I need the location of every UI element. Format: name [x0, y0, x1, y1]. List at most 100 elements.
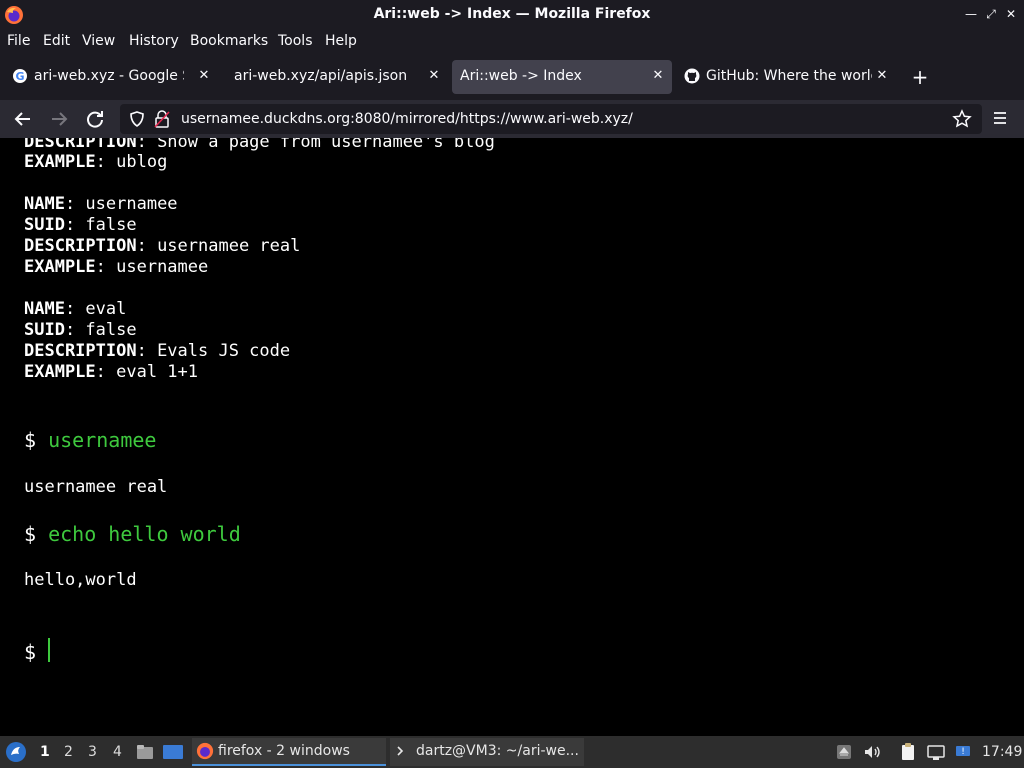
clock[interactable]: 17:49 — [982, 744, 1022, 760]
field-key: EXAMPLE — [24, 362, 96, 382]
terminal-line: NAME: usernamee — [24, 194, 178, 214]
menu-edit[interactable]: Edit — [43, 33, 70, 49]
tab-title: ari-web.xyz/api/apis.json — [234, 68, 408, 84]
file-manager-icon[interactable] — [135, 742, 155, 762]
url-text[interactable]: usernamee.duckdns.org:8080/mirrored/http… — [181, 111, 633, 127]
svg-text:!: ! — [961, 747, 965, 757]
eject-icon[interactable] — [834, 742, 854, 762]
prompt-symbol: $ — [24, 522, 37, 546]
tracking-protection-shield-icon[interactable] — [128, 110, 146, 128]
firefox-logo-icon — [196, 742, 214, 760]
menu-file[interactable]: File — [7, 33, 30, 49]
tab-ari-web-index[interactable]: Ari::web -> Index ✕ — [452, 60, 672, 94]
maximize-icon[interactable]: ⤢ — [982, 5, 1000, 23]
window-titlebar: Ari::web -> Index — Mozilla Firefox — ⤢ … — [0, 0, 1024, 30]
field-key: DESCRIPTION — [24, 341, 137, 361]
insecure-lock-icon[interactable] — [154, 110, 170, 128]
tab-google-search[interactable]: G ari-web.xyz - Google Sea ✕ — [4, 60, 218, 94]
terminal-line: EXAMPLE: eval 1+1 — [24, 362, 198, 382]
tab-title: ari-web.xyz - Google Sea — [34, 68, 184, 84]
menu-help[interactable]: Help — [325, 33, 357, 49]
command-text: usernamee — [48, 428, 157, 452]
field-value: : false — [64, 320, 137, 340]
command-output: hello,world — [24, 570, 137, 590]
menu-bookmarks[interactable]: Bookmarks — [190, 33, 268, 49]
workspace-3[interactable]: 3 — [88, 744, 97, 760]
field-key: NAME — [24, 194, 65, 214]
show-desktop-icon[interactable] — [162, 742, 184, 762]
field-value: : usernamee — [95, 257, 209, 277]
text-cursor[interactable] — [48, 638, 50, 662]
field-key: SUID — [24, 215, 65, 235]
field-value: : Evals JS code — [136, 341, 291, 361]
terminal-line: DESCRIPTION: usernamee real — [24, 236, 300, 256]
tab-title: GitHub: Where the world — [706, 68, 872, 84]
prompt-symbol: $ — [24, 640, 37, 664]
terminal-line: EXAMPLE: usernamee — [24, 257, 208, 277]
terminal-line: NAME: eval — [24, 299, 126, 319]
menu-tools[interactable]: Tools — [278, 33, 313, 49]
menu-bar: File Edit View History Bookmarks Tools H… — [0, 30, 1024, 54]
taskbar-app-label: dartz@VM3: ~/ari-we... — [416, 743, 579, 759]
terminal-icon — [397, 746, 404, 756]
terminal-line: DESCRIPTION: Show a page from usernamee'… — [24, 138, 495, 152]
field-key: DESCRIPTION — [24, 236, 137, 256]
taskbar-app-label: firefox - 2 windows — [218, 743, 350, 759]
tab-apis-json[interactable]: ari-web.xyz/api/apis.json ✕ — [222, 60, 448, 94]
taskbar: 1 2 3 4 firefox - 2 windows dartz@VM3: ~… — [0, 736, 1024, 768]
tab-title: Ari::web -> Index — [460, 68, 582, 84]
workspace-2[interactable]: 2 — [64, 744, 73, 760]
menu-history[interactable]: History — [129, 33, 179, 49]
field-value: : eval 1+1 — [95, 362, 199, 382]
hamburger-menu-icon[interactable] — [990, 108, 1010, 128]
google-icon: G — [13, 69, 27, 83]
reload-icon[interactable] — [84, 108, 106, 130]
navigation-toolbar: usernamee.duckdns.org:8080/mirrored/http… — [0, 100, 1024, 138]
bookmark-star-icon[interactable] — [952, 109, 972, 129]
window-title: Ari::web -> Index — Mozilla Firefox — [373, 6, 651, 22]
terminal-line: EXAMPLE: ublog — [24, 152, 167, 172]
terminal-line: DESCRIPTION: Evals JS code — [24, 341, 290, 361]
clipboard-icon[interactable] — [898, 742, 918, 762]
field-key: EXAMPLE — [24, 257, 96, 277]
workspace-1[interactable]: 1 — [40, 744, 50, 760]
field-value: : usernamee real — [136, 236, 301, 256]
taskbar-app-terminal[interactable]: dartz@VM3: ~/ari-we... — [390, 738, 584, 766]
forward-arrow-icon[interactable] — [48, 108, 70, 130]
field-key: NAME — [24, 299, 65, 319]
minimize-icon[interactable]: — — [962, 5, 980, 23]
workspace-4[interactable]: 4 — [113, 744, 122, 760]
terminal-line: SUID: false — [24, 215, 137, 235]
input-prompt[interactable]: $ — [24, 640, 36, 664]
notification-icon[interactable]: ! — [954, 742, 974, 762]
network-icon[interactable] — [926, 742, 946, 762]
close-tab-icon[interactable]: ✕ — [426, 68, 442, 84]
field-key: SUID — [24, 320, 65, 340]
github-icon — [684, 68, 700, 84]
tab-github[interactable]: GitHub: Where the world ✕ — [676, 60, 896, 94]
close-window-icon[interactable]: ✕ — [1002, 5, 1020, 23]
field-value: : ublog — [95, 152, 168, 172]
close-tab-icon[interactable]: ✕ — [196, 68, 212, 84]
close-tab-icon[interactable]: ✕ — [650, 68, 666, 84]
field-value: : usernamee — [64, 194, 178, 214]
field-key: DESCRIPTION — [24, 138, 137, 152]
close-tab-icon[interactable]: ✕ — [874, 68, 890, 84]
terminal-line: SUID: false — [24, 320, 137, 340]
start-menu-icon[interactable] — [5, 741, 27, 763]
back-arrow-icon[interactable] — [12, 108, 34, 130]
volume-icon[interactable] — [862, 742, 882, 762]
prompt-symbol: $ — [24, 428, 37, 452]
address-bar[interactable]: usernamee.duckdns.org:8080/mirrored/http… — [120, 104, 982, 134]
terminal-page[interactable]: DESCRIPTION: Show a page from usernamee'… — [0, 138, 1024, 736]
menu-view[interactable]: View — [82, 33, 115, 49]
new-tab-button[interactable]: + — [908, 66, 932, 90]
field-key: EXAMPLE — [24, 152, 96, 172]
field-value: : Show a page from usernamee's blog — [136, 138, 495, 152]
field-value: : false — [64, 215, 137, 235]
command-line: $ usernamee — [24, 428, 156, 452]
taskbar-app-firefox[interactable]: firefox - 2 windows — [192, 738, 386, 766]
tab-strip: G ari-web.xyz - Google Sea ✕ ari-web.xyz… — [0, 54, 1024, 100]
command-output: usernamee real — [24, 477, 168, 497]
field-value: : eval — [64, 299, 127, 319]
